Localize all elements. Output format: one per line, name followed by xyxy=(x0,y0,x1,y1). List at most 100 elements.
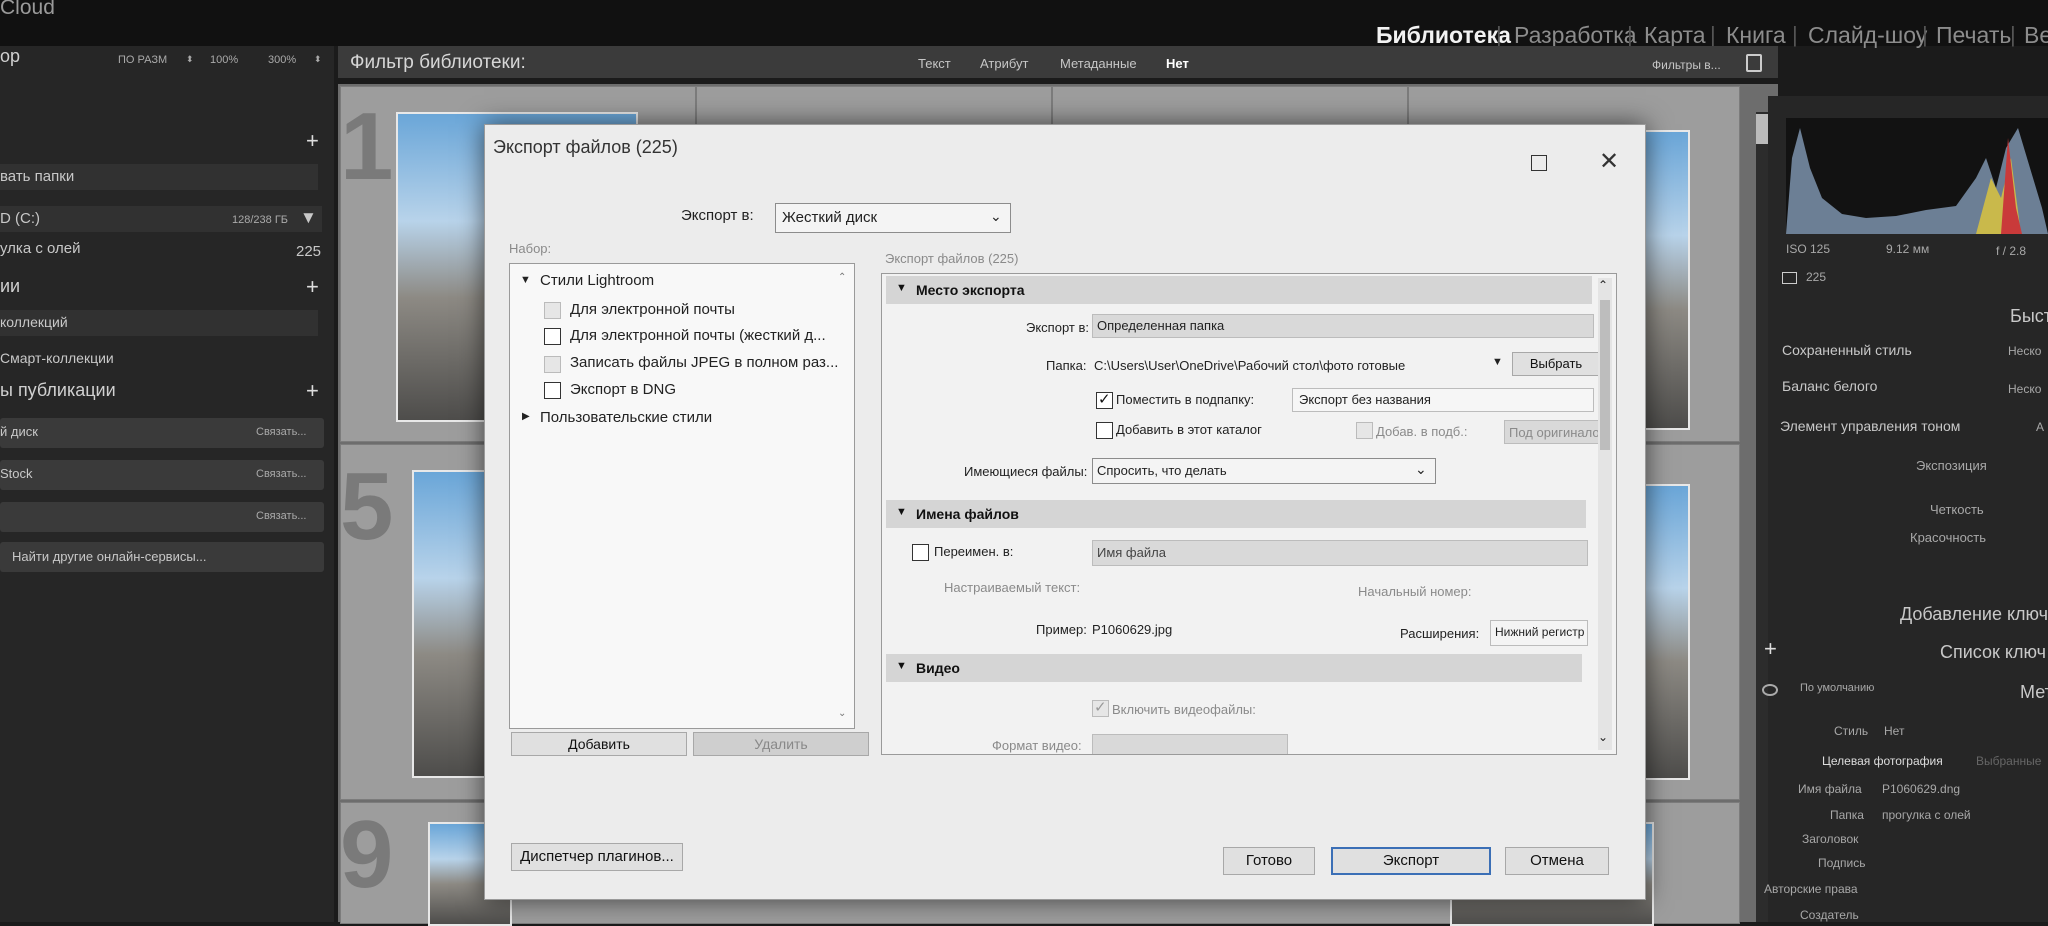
qd-value[interactable]: А xyxy=(2036,420,2044,434)
field-label: Подпись xyxy=(1818,856,1866,870)
section-naming[interactable]: ▼ Имена файлов xyxy=(886,500,1586,528)
plus-icon[interactable]: + xyxy=(1764,636,1777,662)
filter-none[interactable]: Нет xyxy=(1166,56,1189,71)
selected-tab[interactable]: Выбранные xyxy=(1976,754,2041,768)
plugin-manager-button[interactable]: Диспетчер плагинов... xyxy=(511,843,683,871)
grid-scrollbar[interactable] xyxy=(1756,112,1768,922)
qd-value[interactable]: Неско xyxy=(2008,344,2041,358)
drive-space: 128/238 ГБ xyxy=(232,214,288,226)
target-photo-tab[interactable]: Целевая фотография xyxy=(1822,754,1943,768)
module-book[interactable]: Книга xyxy=(1726,22,1786,49)
connect-button[interactable]: Связать... xyxy=(256,468,306,480)
scroll-up-icon[interactable]: ⌃ xyxy=(1598,278,1608,292)
field-value[interactable]: прогулка с олей xyxy=(1882,808,1971,822)
eye-icon[interactable] xyxy=(1762,684,1778,696)
field-label: Имя файла xyxy=(1798,782,1862,796)
field-label: Создатель xyxy=(1800,908,1859,922)
video-format-select xyxy=(1092,734,1288,754)
close-icon[interactable]: ✕ xyxy=(1599,147,1619,176)
metadata-preset[interactable]: По умолчанию xyxy=(1800,682,1874,694)
preset-checkbox[interactable] xyxy=(544,382,561,399)
preset-item[interactable]: Экспорт в DNG xyxy=(570,381,676,398)
subfolder-label: Поместить в подпапку: xyxy=(1116,392,1255,407)
scroll-down-icon[interactable]: ⌄ xyxy=(838,708,846,719)
scroll-down-icon[interactable]: ⌄ xyxy=(1598,730,1608,744)
filter-text[interactable]: Текст xyxy=(918,56,951,71)
triangle-down-icon[interactable]: ▼ xyxy=(300,208,317,228)
zoom-fit[interactable]: ПО РАЗМ xyxy=(118,54,167,66)
folder-name[interactable]: улка с олей xyxy=(0,240,80,257)
rename-template-value: Имя файла xyxy=(1097,545,1166,560)
preset-item[interactable]: Записать файлы JPEG в полном раз... xyxy=(570,354,838,371)
lock-icon[interactable] xyxy=(1746,54,1762,72)
filter-metadata[interactable]: Метаданные xyxy=(1060,56,1137,71)
done-button[interactable]: Готово xyxy=(1223,847,1315,875)
module-library[interactable]: Библиотека xyxy=(1376,22,1511,49)
user-presets-group[interactable]: Пользовательские стили xyxy=(540,409,712,426)
subfolder-input[interactable]: Экспорт без названия xyxy=(1292,388,1594,412)
add-preset-button[interactable]: Добавить xyxy=(511,732,687,756)
module-separator: | xyxy=(2010,22,2016,47)
field-value[interactable]: P1060629.dng xyxy=(1882,782,1960,796)
triangle-down-icon: ▼ xyxy=(896,506,907,518)
maximize-icon[interactable] xyxy=(1531,155,1547,171)
module-slideshow[interactable]: Слайд-шоу xyxy=(1808,22,1927,49)
chevron-down-icon: ⌄ xyxy=(990,208,1002,224)
zoom-100[interactable]: 100% xyxy=(210,54,238,66)
preset-item[interactable]: Для электронной почты (жесткий д... xyxy=(570,327,826,344)
cancel-button[interactable]: Отмена xyxy=(1505,847,1609,875)
example-label: Пример: xyxy=(1036,622,1087,637)
subfolder-checkbox[interactable]: ✓ xyxy=(1096,391,1113,409)
module-web[interactable]: Ве xyxy=(2024,22,2048,49)
collections-title: ии xyxy=(0,276,21,296)
stack-position-value: Под оригиналом xyxy=(1509,425,1609,440)
style-value[interactable]: Нет xyxy=(1884,724,1904,738)
plus-icon[interactable]: + xyxy=(306,274,319,300)
qd-label: Сохраненный стиль xyxy=(1782,342,1912,358)
scroll-up-icon[interactable]: ⌃ xyxy=(838,272,846,283)
module-print[interactable]: Печать xyxy=(1936,22,2011,49)
brand-label: Cloud xyxy=(0,0,55,19)
location-export-to-value: Определенная папка xyxy=(1097,318,1225,333)
meta-iso: ISO 125 xyxy=(1786,242,1831,256)
smart-collections-item[interactable]: Смарт-коллекции xyxy=(0,350,114,366)
location-export-to-label: Экспорт в: xyxy=(1026,320,1089,335)
location-export-to-select[interactable]: Определенная папка xyxy=(1092,314,1594,338)
chevron-updown-icon: ⬍ xyxy=(314,54,322,64)
export-button[interactable]: Экспорт xyxy=(1331,847,1491,875)
module-develop[interactable]: Разработка xyxy=(1514,22,1637,49)
zoom-300[interactable]: 300% xyxy=(268,54,296,66)
triangle-down-icon[interactable]: ▼ xyxy=(520,274,531,286)
module-map[interactable]: Карта xyxy=(1644,22,1706,49)
rename-checkbox[interactable] xyxy=(912,544,929,561)
add-to-catalog-checkbox[interactable] xyxy=(1096,422,1113,439)
filter-attribute[interactable]: Атрибут xyxy=(980,56,1028,71)
section-video[interactable]: ▼ Видео xyxy=(886,654,1582,682)
preset-group[interactable]: Стили Lightroom xyxy=(540,272,654,289)
module-separator: | xyxy=(1710,22,1716,47)
rename-template-select[interactable]: Имя файла xyxy=(1092,540,1588,566)
qd-value[interactable]: Неско xyxy=(2008,382,2041,396)
triangle-right-icon[interactable]: ▶ xyxy=(522,411,530,422)
filter-presets[interactable]: Фильтры в... xyxy=(1652,58,1721,72)
extensions-select[interactable]: Нижний регистр xyxy=(1490,620,1588,646)
connect-button[interactable]: Связать... xyxy=(256,426,306,438)
find-more-services-label: Найти другие онлайн-сервисы... xyxy=(12,549,207,564)
triangle-down-icon[interactable]: ▼ xyxy=(1492,356,1503,368)
crop-icon[interactable] xyxy=(1782,272,1797,284)
histogram xyxy=(1786,118,2048,234)
plus-icon[interactable]: + xyxy=(306,378,319,404)
grid-scrollbar-thumb[interactable] xyxy=(1756,114,1768,144)
export-to-select[interactable]: Жесткий диск ⌄ xyxy=(775,203,1011,233)
choose-folder-button[interactable]: Выбрать xyxy=(1512,352,1600,376)
section-location[interactable]: ▼ Место экспорта xyxy=(886,276,1592,304)
existing-files-select[interactable]: Спросить, что делать ⌄ xyxy=(1092,458,1436,484)
settings-title: Экспорт файлов (225) xyxy=(885,251,1019,266)
connect-button[interactable]: Связать... xyxy=(256,510,306,522)
remove-preset-button[interactable]: Удалить xyxy=(693,732,869,756)
preset-checkbox[interactable] xyxy=(544,328,561,345)
video-format-label: Формат видео: xyxy=(992,738,1082,753)
plus-icon[interactable]: + xyxy=(306,128,319,154)
preset-item[interactable]: Для электронной почты xyxy=(570,301,735,318)
settings-scrollbar-thumb[interactable] xyxy=(1600,300,1610,450)
